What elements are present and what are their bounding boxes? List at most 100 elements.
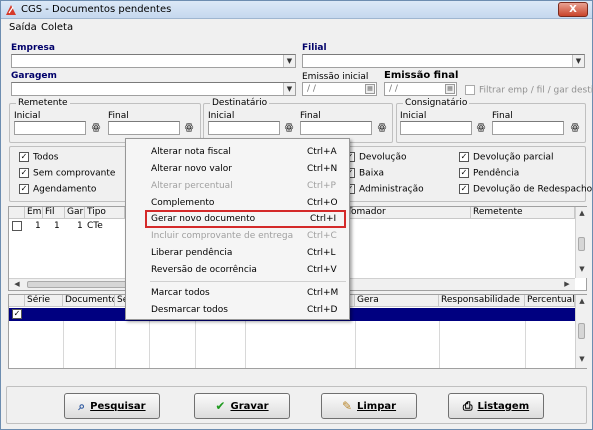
binoculars-icon[interactable]: ꙮ <box>282 121 296 135</box>
menu-item-complemento[interactable]: Complemento Ctrl+O <box>126 195 349 211</box>
pendencia-checkbox[interactable]: ✓ Pendência <box>459 168 519 179</box>
checkbox-icon[interactable]: ✓ <box>12 309 22 319</box>
emissao-final-field[interactable]: / / ▦ <box>384 82 457 96</box>
grid1-vertical-scrollbar[interactable]: ▲ ▼ <box>575 207 587 278</box>
scroll-down-icon[interactable]: ▼ <box>576 265 588 273</box>
grid2-header-documento[interactable]: Documento <box>63 295 115 307</box>
pendencia-label: Pendência <box>473 168 520 179</box>
checkbox-icon[interactable]: ✓ <box>19 168 29 178</box>
menu-coleta[interactable]: Coleta <box>41 22 73 33</box>
remetente-final-input[interactable] <box>108 121 180 135</box>
scroll-down-icon[interactable]: ▼ <box>576 355 588 363</box>
emissao-final-value: / / <box>389 84 398 94</box>
scroll-up-icon[interactable]: ▲ <box>576 297 588 305</box>
cell-fil: 1 <box>54 221 60 231</box>
calendar-icon[interactable]: ▦ <box>445 84 455 94</box>
binoculars-icon[interactable]: ꙮ <box>568 121 582 135</box>
binoculars-icon[interactable]: ꙮ <box>375 121 389 135</box>
garagem-combo[interactable]: ▼ <box>11 82 296 96</box>
chevron-down-icon[interactable]: ▼ <box>572 55 584 67</box>
menu-item-alterar-nota-fiscal[interactable]: Alterar nota fiscal Ctrl+A <box>126 144 349 160</box>
emissao-inicial-field[interactable]: / / ▦ <box>302 82 377 96</box>
checkbox-icon[interactable]: ✓ <box>19 184 29 194</box>
todos-checkbox[interactable]: ✓ Todos <box>19 152 58 163</box>
menu-item-shortcut: Ctrl+A <box>307 147 337 157</box>
filial-combo[interactable]: ▼ <box>302 54 585 68</box>
scroll-up-icon[interactable]: ▲ <box>576 209 588 217</box>
sem-comprovante-label: Sem comprovante <box>33 168 116 179</box>
grid2-header-percentual[interactable]: Percentual <box>525 295 575 307</box>
emissao-inicial-label: Emissão inicial <box>302 72 369 82</box>
grid2-vertical-scrollbar[interactable]: ▲ ▼ <box>575 295 587 368</box>
grid2-header-serie[interactable]: Série <box>25 295 63 307</box>
consignatario-inicial-label: Inicial <box>400 111 427 121</box>
checkbox-icon[interactable]: ✓ <box>459 168 469 178</box>
menu-item-liberar-pendencia[interactable]: Liberar pendência Ctrl+L <box>126 245 349 261</box>
scroll-thumb[interactable] <box>578 237 585 251</box>
menu-item-label: Complemento <box>151 198 215 208</box>
administracao-checkbox[interactable]: ✓Administração <box>345 184 424 195</box>
checkbox-icon[interactable]: ✓ <box>459 152 469 162</box>
binoculars-icon[interactable]: ꙮ <box>89 121 103 135</box>
baixa-checkbox[interactable]: ✓Baixa <box>345 168 384 179</box>
grid-header-remetente[interactable]: Remetente <box>471 207 575 219</box>
scroll-thumb[interactable] <box>27 281 127 288</box>
chevron-down-icon[interactable]: ▼ <box>283 83 295 95</box>
scroll-left-icon[interactable]: ◀ <box>11 280 23 288</box>
grid-header-gar[interactable]: Gar <box>65 207 85 219</box>
row-checkbox[interactable] <box>12 221 26 232</box>
checkbox-icon[interactable]: ✓ <box>19 152 29 162</box>
grid2-header-responsabilidade[interactable]: Responsabilidade <box>439 295 525 307</box>
menu-item-desmarcar-todos[interactable]: Desmarcar todos Ctrl+D <box>126 302 349 318</box>
grid-header-tipo[interactable]: Tipo <box>85 207 125 219</box>
checkbox-icon[interactable] <box>465 85 475 95</box>
sem-comprovante-checkbox[interactable]: ✓ Sem comprovante <box>19 168 115 179</box>
menu-item-marcar-todos[interactable]: Marcar todos Ctrl+M <box>126 285 349 301</box>
filtrar-checkbox[interactable]: Filtrar emp / fil / gar destino <box>465 85 593 96</box>
close-button[interactable]: X <box>558 2 588 17</box>
destinatario-inicial-label: Inicial <box>208 111 235 121</box>
devolucao-parcial-label: Devolução parcial <box>473 152 554 163</box>
binoculars-icon[interactable]: ꙮ <box>474 121 488 135</box>
limpar-button[interactable]: ✎ Limpar <box>321 393 417 419</box>
menu-item-gerar-novo-documento[interactable]: Gerar novo documento Ctrl+I <box>145 210 346 228</box>
row-checkbox[interactable]: ✓ <box>12 309 26 320</box>
context-menu: Alterar nota fiscal Ctrl+A Alterar novo v… <box>125 138 350 320</box>
grid-header-fil[interactable]: Fil <box>43 207 65 219</box>
grid-header-emp[interactable]: Emp <box>25 207 43 219</box>
grid2-header-gera[interactable]: Gera <box>355 295 439 307</box>
checkbox-icon[interactable] <box>12 221 22 231</box>
column-divider <box>63 321 64 368</box>
checkbox-icon[interactable]: ✓ <box>459 184 469 194</box>
destinatario-final-input[interactable] <box>300 121 372 135</box>
binoculars-icon[interactable]: ꙮ <box>182 121 196 135</box>
menu-item-label: Desmarcar todos <box>151 305 228 315</box>
pesquisar-button[interactable]: ⌕ Pesquisar <box>64 393 160 419</box>
gravar-button[interactable]: ✔ Gravar <box>194 393 290 419</box>
column-divider <box>115 321 116 368</box>
devolucao-redespacho-label: Devolução de Redespacho <box>473 184 593 195</box>
consignatario-final-input[interactable] <box>492 121 564 135</box>
empresa-label: Empresa <box>11 43 55 53</box>
menu-item-reversao-ocorrencia[interactable]: Reversão de ocorrência Ctrl+V <box>126 262 349 278</box>
devolucao-checkbox[interactable]: ✓Devolução <box>345 152 406 163</box>
chevron-down-icon[interactable]: ▼ <box>283 55 295 67</box>
column-divider <box>245 321 246 368</box>
menu-item-incluir-comprovante[interactable]: Incluir comprovante de entrega Ctrl+C <box>126 228 349 244</box>
destinatario-inicial-input[interactable] <box>208 121 280 135</box>
agendamento-checkbox[interactable]: ✓ Agendamento <box>19 184 96 195</box>
column-divider <box>355 321 356 368</box>
menu-item-alterar-percentual[interactable]: Alterar percentual Ctrl+P <box>126 178 349 194</box>
menu-saida[interactable]: Saída <box>9 22 37 33</box>
devolucao-parcial-checkbox[interactable]: ✓ Devolução parcial <box>459 152 554 163</box>
calendar-icon[interactable]: ▦ <box>365 84 375 94</box>
listagem-button[interactable]: ⎙ Listagem <box>448 393 544 419</box>
remetente-inicial-input[interactable] <box>14 121 86 135</box>
empresa-combo[interactable]: ▼ <box>11 54 296 68</box>
consignatario-inicial-input[interactable] <box>400 121 472 135</box>
menu-item-alterar-novo-valor[interactable]: Alterar novo valor Ctrl+N <box>126 161 349 177</box>
scroll-thumb[interactable] <box>578 323 585 339</box>
grid-header-tomador[interactable]: Tomador <box>345 207 471 219</box>
scroll-right-icon[interactable]: ▶ <box>561 280 573 288</box>
devolucao-redespacho-checkbox[interactable]: ✓ Devolução de Redespacho <box>459 184 592 195</box>
